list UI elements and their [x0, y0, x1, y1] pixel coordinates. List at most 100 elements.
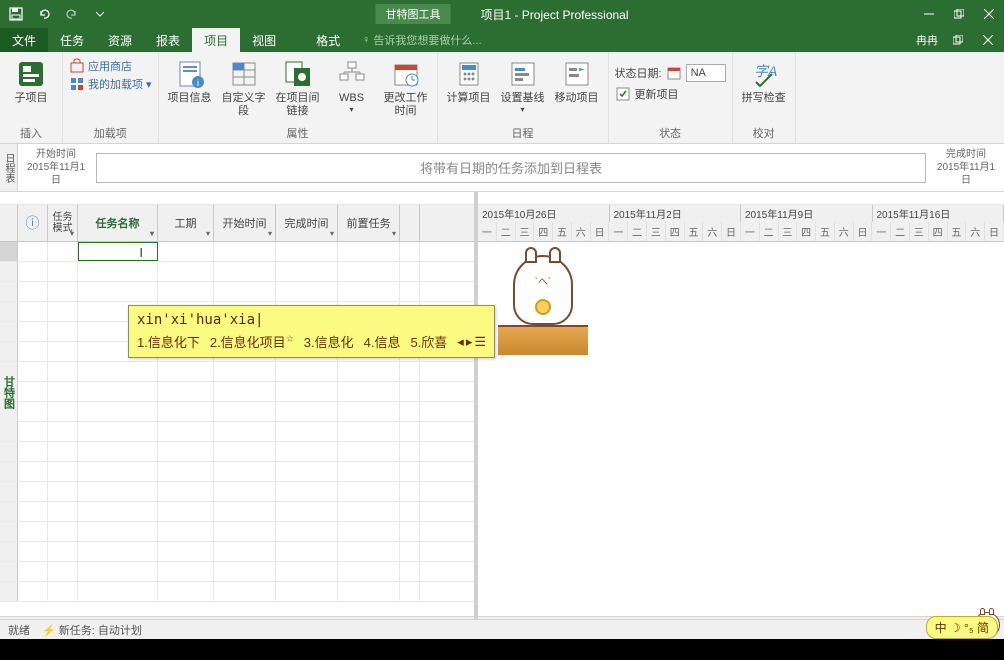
gantt-day-header: 日	[854, 222, 873, 241]
dropdown-icon: ▾	[268, 229, 272, 238]
move-project-button[interactable]: 移动项目	[552, 58, 602, 105]
tab-file[interactable]: 文件	[0, 28, 48, 52]
table-row[interactable]	[0, 442, 474, 462]
dropdown-icon: ▾	[206, 229, 210, 238]
ime-candidate[interactable]: 5.欣喜	[410, 332, 447, 351]
table-row[interactable]	[0, 482, 474, 502]
gantt-week-header: 2015年11月2日	[610, 205, 742, 222]
tell-me-search[interactable]: ♀ 告诉我您想要做什么...	[352, 28, 491, 52]
move-icon	[561, 58, 593, 90]
table-row[interactable]	[0, 382, 474, 402]
qat-customize[interactable]	[88, 2, 112, 26]
task-mode-icon: ⚡	[42, 625, 56, 637]
table-row[interactable]	[0, 402, 474, 422]
ime-candidate[interactable]: 1.信息化下	[137, 332, 200, 351]
gantt-side-tab[interactable]: 甘特图	[0, 362, 18, 422]
ime-next-icon[interactable]: ▸	[466, 334, 473, 350]
store-button[interactable]: 应用商店	[69, 58, 152, 74]
timeline-bar[interactable]: 将带有日期的任务添加到日程表	[96, 153, 926, 183]
ime-prev-icon[interactable]: ◂	[457, 334, 464, 350]
gantt-day-header: 一	[741, 222, 760, 241]
app-title: 项目1 - Project Professional	[480, 6, 628, 23]
col-add[interactable]	[400, 205, 420, 241]
ime-candidate-window: xin'xi'hua'xia| 1.信息化下 2.信息化项目☆ 3.信息化 4.…	[128, 305, 495, 358]
my-addins-button[interactable]: 我的加载项 ▾	[69, 76, 152, 92]
undo-button[interactable]	[32, 2, 56, 26]
status-date-row: 状态日期: NA	[615, 64, 726, 82]
ime-candidate[interactable]: 2.信息化项目☆	[210, 332, 294, 351]
table-row[interactable]	[0, 262, 474, 282]
col-duration[interactable]: 工期▾	[158, 205, 214, 241]
col-rowhead[interactable]	[0, 205, 18, 241]
save-button[interactable]	[4, 2, 28, 26]
gantt-day-header: 日	[591, 222, 610, 241]
col-start[interactable]: 开始时间▾	[214, 205, 276, 241]
table-row[interactable]	[0, 522, 474, 542]
tab-task[interactable]: 任务	[48, 28, 96, 52]
doc-close-button[interactable]	[978, 30, 998, 50]
status-date-field[interactable]: NA	[686, 64, 726, 82]
timeline-tab[interactable]: 日程表	[0, 144, 18, 191]
wbs-button[interactable]: WBS▾	[327, 58, 377, 115]
doc-restore-button[interactable]	[948, 30, 968, 50]
table-row[interactable]	[0, 282, 474, 302]
titlebar: 甘特图工具 项目1 - Project Professional	[0, 0, 1004, 28]
user-name[interactable]: 冉冉	[916, 32, 938, 48]
col-pred[interactable]: 前置任务▾	[338, 205, 400, 241]
ribbon-group-status: 状态日期: NA 更新项目 状态	[609, 52, 733, 143]
timeline-end: 完成时间 2015年11月1日	[928, 144, 1004, 191]
status-ready: 就绪	[8, 622, 30, 638]
ime-menu-icon[interactable]: ☰	[474, 334, 486, 350]
update-project-button[interactable]: 更新项目	[615, 86, 726, 102]
tab-project[interactable]: 项目	[192, 28, 240, 52]
info-icon: i	[174, 58, 206, 90]
col-finish[interactable]: 完成时间▾	[276, 205, 338, 241]
custom-fields-button[interactable]: 自定义字段	[219, 58, 269, 118]
ime-composition: xin'xi'hua'xia|	[137, 312, 486, 328]
tab-format[interactable]: 格式	[304, 28, 352, 52]
ime-candidate[interactable]: 3.信息化	[304, 332, 354, 351]
table-row[interactable]	[0, 422, 474, 442]
redo-button[interactable]	[60, 2, 84, 26]
table-row[interactable]: I	[0, 242, 474, 262]
ribbon: 子项目 插入 应用商店 我的加载项 ▾ 加载项 i项目信息 自定义字段 在项目间…	[0, 52, 1004, 144]
gantt-day-header: 日	[722, 222, 741, 241]
table-row[interactable]	[0, 562, 474, 582]
ime-status-indicator[interactable]: 中 ☽ °₅ 简	[926, 616, 998, 639]
tab-view[interactable]: 视图	[240, 28, 288, 52]
gantt-week-header: 2015年10月26日	[478, 205, 610, 222]
table-row[interactable]	[0, 582, 474, 602]
col-info[interactable]: ⓘ	[18, 205, 48, 241]
ribbon-group-insert: 子项目 插入	[0, 52, 63, 143]
table-row[interactable]	[0, 502, 474, 522]
restore-button[interactable]	[944, 1, 974, 27]
table-row[interactable]	[0, 462, 474, 482]
table-row[interactable]	[0, 362, 474, 382]
tab-resource[interactable]: 资源	[96, 28, 144, 52]
baseline-button[interactable]: 设置基线▾	[498, 58, 548, 115]
text-cursor: I	[139, 245, 143, 260]
lightbulb-icon: ♀	[362, 34, 370, 46]
dropdown-icon: ▾	[150, 229, 154, 238]
table-row[interactable]	[0, 542, 474, 562]
minimize-button[interactable]	[914, 1, 944, 27]
ime-candidates: 1.信息化下 2.信息化项目☆ 3.信息化 4.信息 5.欣喜 ◂ ▸ ☰	[137, 332, 486, 351]
ribbon-group-addins: 应用商店 我的加载项 ▾ 加载项	[63, 52, 159, 143]
col-mode[interactable]: 任务模式▾	[48, 205, 78, 241]
subproject-button[interactable]: 子项目	[6, 58, 56, 105]
ime-mascot: `へ´	[498, 255, 588, 355]
subproject-icon	[15, 58, 47, 90]
gantt-day-header: 六	[966, 222, 985, 241]
calendar-icon	[390, 58, 422, 90]
calculate-button[interactable]: 计算项目	[444, 58, 494, 105]
gantt-day-header: 五	[685, 222, 704, 241]
spellcheck-button[interactable]: 字A拼写检查	[739, 58, 789, 105]
col-name[interactable]: 任务名称▾	[78, 205, 158, 241]
project-info-button[interactable]: i项目信息	[165, 58, 215, 105]
ime-candidate[interactable]: 4.信息	[364, 332, 401, 351]
tab-report[interactable]: 报表	[144, 28, 192, 52]
spell-icon: 字A	[748, 58, 780, 90]
change-work-time-button[interactable]: 更改工作时间	[381, 58, 431, 118]
close-button[interactable]	[974, 1, 1004, 27]
links-button[interactable]: 在项目间链接	[273, 58, 323, 118]
